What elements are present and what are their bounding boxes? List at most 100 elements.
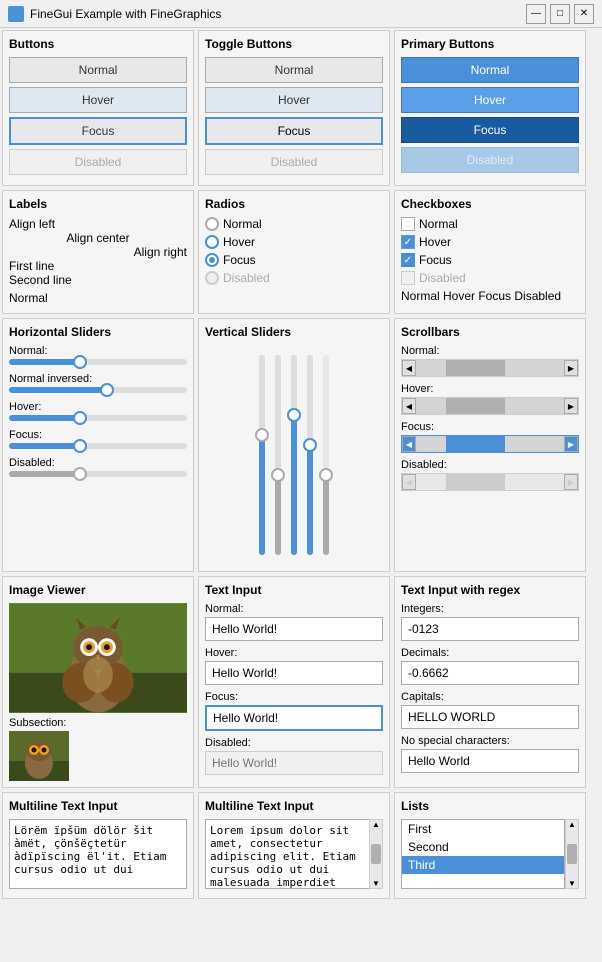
sb-focus-groove[interactable] [416, 436, 564, 452]
tir-int-input[interactable] [401, 617, 579, 641]
sb-focus-thumb[interactable] [446, 436, 505, 452]
lists-title: Lists [401, 799, 579, 813]
multiline1-input[interactable]: Lörëm ïpšüm dölör šit àmët, çönšëçtetür … [9, 819, 187, 889]
h-sliders-section: Horizontal Sliders Normal: Normal invers… [2, 318, 194, 572]
sb-disabled-label: Disabled: [401, 459, 579, 471]
image-viewer-section: Image Viewer [2, 576, 194, 788]
close-button[interactable]: ✕ [574, 4, 594, 24]
sb-normal-label: Normal: [401, 345, 579, 357]
hslider-hover-label: Hover: [9, 401, 187, 413]
app-icon [8, 6, 24, 22]
tir-cap-input[interactable] [401, 705, 579, 729]
labels-title: Labels [9, 197, 187, 211]
list-scroll-thumb[interactable] [567, 844, 577, 864]
multiline2-thumb[interactable] [371, 844, 381, 864]
sb-normal-track[interactable]: ◀ ▶ [401, 359, 579, 377]
vslider-4-track[interactable] [307, 355, 313, 555]
button-hover[interactable]: Hover [9, 87, 187, 113]
label-normal: Normal [9, 291, 187, 305]
sb-hover-left[interactable]: ◀ [402, 398, 416, 414]
vslider-1-track[interactable] [259, 355, 265, 555]
list-scrollbar[interactable]: ▲ ▼ [565, 819, 579, 889]
tir-nospec-input[interactable] [401, 749, 579, 773]
hslider-focus-track[interactable] [9, 443, 187, 449]
list-item-2[interactable]: Third [402, 856, 564, 874]
multiline2-title: Multiline Text Input [205, 799, 383, 813]
tir-dec-input[interactable] [401, 661, 579, 685]
vslider-2-track[interactable] [275, 355, 281, 555]
ti-normal-input[interactable] [205, 617, 383, 641]
vslider-2[interactable] [275, 345, 281, 565]
ti-focus-input[interactable] [205, 705, 383, 731]
primary-hover[interactable]: Hover [401, 87, 579, 113]
sb-hover-track[interactable]: ◀ ▶ [401, 397, 579, 415]
vslider-1[interactable] [259, 345, 265, 565]
window-title: FineGui Example with FineGraphics [30, 7, 520, 21]
hslider-normal-track[interactable] [9, 359, 187, 365]
text-input-section: Text Input Normal: Hover: Focus: Disable… [198, 576, 390, 788]
check-normal-label: Normal [419, 217, 458, 231]
sb-normal-right[interactable]: ▶ [564, 360, 578, 376]
check-hover-box[interactable]: ✓ [401, 235, 415, 249]
multiline2-input[interactable]: Lorem ipsum dolor sit amet, consectetur … [205, 819, 383, 889]
ti-disabled-label: Disabled: [205, 737, 383, 749]
check-hover-row: ✓ Hover [401, 235, 579, 249]
multiline2-scroll-up[interactable]: ▲ [372, 820, 380, 829]
hslider-hover-track[interactable] [9, 415, 187, 421]
primary-focus[interactable]: Focus [401, 117, 579, 143]
sb-hover-right[interactable]: ▶ [564, 398, 578, 414]
radio-hover-circle[interactable] [205, 235, 219, 249]
primary-normal[interactable]: Normal [401, 57, 579, 83]
sb-normal-groove[interactable] [416, 360, 564, 376]
hslider-inversed-track[interactable] [9, 387, 187, 393]
sb-hover-groove[interactable] [416, 398, 564, 414]
primary-disabled: Disabled [401, 147, 579, 173]
radios-title: Radios [205, 197, 383, 211]
title-bar: FineGui Example with FineGraphics — □ ✕ [0, 0, 602, 28]
radio-disabled-circle [205, 271, 219, 285]
sb-focus-right[interactable]: ▶ [564, 436, 578, 452]
ti-hover-input[interactable] [205, 661, 383, 685]
sb-hover-thumb[interactable] [446, 398, 505, 414]
button-focus[interactable]: Focus [9, 117, 187, 145]
button-normal[interactable]: Normal [9, 57, 187, 83]
ti-disabled-input [205, 751, 383, 775]
toggle-normal[interactable]: Normal [205, 57, 383, 83]
multiline1-section: Multiline Text Input Lörëm ïpšüm dölör š… [2, 792, 194, 899]
sb-focus-label: Focus: [401, 421, 579, 433]
check-focus-box[interactable]: ✓ [401, 253, 415, 267]
list-scroll-down[interactable]: ▼ [568, 879, 576, 888]
lists-section: Lists First Second Third ▲ ▼ [394, 792, 586, 899]
image-viewer-title: Image Viewer [9, 583, 187, 597]
check-extra-row: Normal Hover Focus Disabled [401, 289, 579, 303]
toggle-focus[interactable]: Focus [205, 117, 383, 145]
multiline2-section: Multiline Text Input Lorem ipsum dolor s… [198, 792, 390, 899]
list-box[interactable]: First Second Third [401, 819, 565, 889]
label-align-center: Align center [9, 231, 187, 245]
check-normal-box[interactable] [401, 217, 415, 231]
sb-focus-left[interactable]: ◀ [402, 436, 416, 452]
multiline1-title: Multiline Text Input [9, 799, 187, 813]
sb-normal-thumb[interactable] [446, 360, 505, 376]
list-item-0[interactable]: First [402, 820, 564, 838]
multiline2-scroll-down[interactable]: ▼ [372, 879, 380, 888]
vslider-3[interactable] [291, 345, 297, 565]
owl-svg [9, 603, 187, 713]
radio-focus-circle[interactable] [205, 253, 219, 267]
multiline2-scrollbar[interactable]: ▲ ▼ [369, 819, 383, 889]
sb-normal-left[interactable]: ◀ [402, 360, 416, 376]
radios-section: Radios Normal Hover Focus Disabled [198, 190, 390, 314]
list-item-1[interactable]: Second [402, 838, 564, 856]
hslider-normal-label: Normal: [9, 345, 187, 357]
radio-normal-circle[interactable] [205, 217, 219, 231]
owl-small-image [9, 731, 69, 781]
sb-focus-track[interactable]: ◀ ▶ [401, 435, 579, 453]
minimize-button[interactable]: — [526, 4, 546, 24]
toggle-hover[interactable]: Hover [205, 87, 383, 113]
scrollbars-section: Scrollbars Normal: ◀ ▶ Hover: ◀ ▶ [394, 318, 586, 572]
maximize-button[interactable]: □ [550, 4, 570, 24]
label-align-right: Align right [9, 245, 187, 259]
list-scroll-up[interactable]: ▲ [568, 820, 576, 829]
vslider-3-track[interactable] [291, 355, 297, 555]
vslider-4[interactable] [307, 345, 313, 565]
